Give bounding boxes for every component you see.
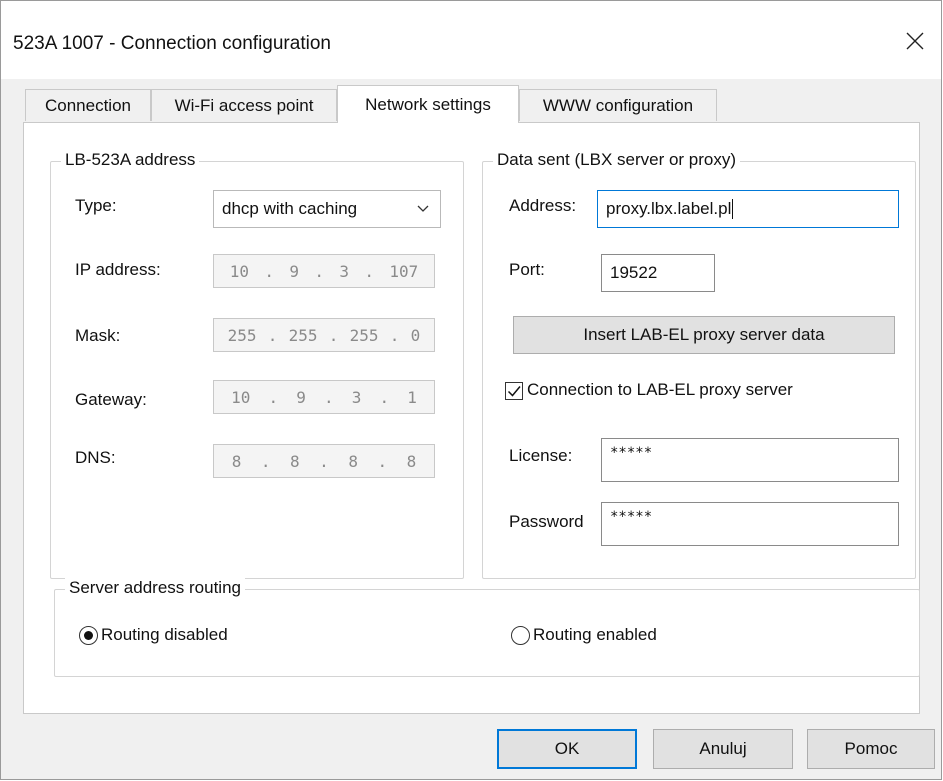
- ip-octet-4: 107: [389, 261, 419, 281]
- gateway-octet-2: 9: [296, 387, 306, 407]
- mask-octet-2: 255: [288, 325, 318, 345]
- proxy-connection-label[interactable]: Connection to LAB-EL proxy server: [527, 380, 793, 400]
- tab-www-configuration[interactable]: WWW configuration: [519, 89, 717, 121]
- title-bar: 523A 1007 - Connection configuration: [1, 1, 941, 79]
- password-value: *****: [610, 509, 653, 525]
- license-value: *****: [610, 445, 653, 461]
- port-value: 19522: [610, 263, 658, 282]
- tab-connection[interactable]: Connection: [25, 89, 151, 121]
- cancel-button[interactable]: Anuluj: [653, 729, 793, 769]
- dns-octet-1: 8: [231, 451, 242, 471]
- license-label: License:: [509, 446, 573, 465]
- routing-enabled-radio[interactable]: [511, 626, 530, 645]
- type-label: Type:: [75, 196, 117, 215]
- mask-label: Mask:: [75, 326, 121, 345]
- address-group: LB-523A address Type: dhcp with caching …: [50, 150, 464, 579]
- ok-button[interactable]: OK: [497, 729, 637, 769]
- ip-octet-2: 9: [289, 261, 299, 281]
- routing-disabled-label[interactable]: Routing disabled: [101, 625, 228, 645]
- close-icon: [906, 32, 924, 50]
- gateway-field: 10. 9. 3. 1: [213, 380, 435, 414]
- data-sent-group: Data sent (LBX server or proxy) Address:…: [482, 150, 916, 579]
- port-label: Port:: [509, 260, 545, 279]
- dns-octet-2: 8: [290, 451, 300, 471]
- ip-address-field: 10. 9. 3. 107: [213, 254, 435, 288]
- tab-wifi-access-point[interactable]: Wi-Fi access point: [151, 89, 337, 121]
- gateway-octet-1: 10: [231, 387, 251, 407]
- type-select[interactable]: dhcp with caching: [213, 190, 441, 228]
- address-label: Address:: [509, 196, 577, 215]
- proxy-address-input[interactable]: proxy.lbx.label.pl: [597, 190, 899, 228]
- gateway-octet-4: 1: [407, 387, 417, 407]
- routing-group: Server address routing Routing disabled …: [54, 578, 920, 677]
- window-title: 523A 1007 - Connection configuration: [13, 33, 331, 54]
- data-sent-group-legend: Data sent (LBX server or proxy): [493, 150, 741, 170]
- license-input[interactable]: *****: [601, 438, 899, 482]
- mask-octet-4: 0: [410, 325, 421, 345]
- gateway-label: Gateway:: [75, 390, 147, 409]
- routing-group-legend: Server address routing: [65, 578, 245, 598]
- network-settings-panel: LB-523A address Type: dhcp with caching …: [23, 122, 920, 714]
- mask-field: 255. 255. 255. 0: [213, 318, 435, 352]
- dialog-window: 523A 1007 - Connection configuration Con…: [0, 0, 942, 780]
- address-group-legend: LB-523A address: [61, 150, 200, 170]
- dns-field: 8. 8. 8. 8: [213, 444, 435, 478]
- routing-disabled-radio[interactable]: [79, 626, 98, 645]
- proxy-connection-checkbox[interactable]: [505, 382, 523, 400]
- ip-address-label: IP address:: [75, 260, 161, 279]
- chevron-down-icon: [417, 205, 429, 212]
- insert-proxy-data-button[interactable]: Insert LAB-EL proxy server data: [513, 316, 895, 354]
- close-button[interactable]: [897, 23, 933, 59]
- gateway-octet-3: 3: [351, 387, 362, 407]
- ip-octet-3: 3: [339, 261, 350, 281]
- mask-octet-1: 255: [227, 325, 257, 345]
- mask-octet-3: 255: [349, 325, 379, 345]
- port-input[interactable]: 19522: [601, 254, 715, 292]
- ip-octet-1: 10: [229, 261, 249, 281]
- dns-octet-4: 8: [406, 451, 417, 471]
- radio-selected-dot: [84, 631, 93, 640]
- dns-octet-3: 8: [348, 451, 358, 471]
- routing-enabled-label[interactable]: Routing enabled: [533, 625, 657, 645]
- dns-label: DNS:: [75, 448, 116, 467]
- help-button[interactable]: Pomoc: [807, 729, 935, 769]
- proxy-address-value: proxy.lbx.label.pl: [606, 199, 732, 218]
- password-input[interactable]: *****: [601, 502, 899, 546]
- type-select-value: dhcp with caching: [222, 199, 358, 218]
- password-label: Password: [509, 512, 584, 531]
- checkmark-icon: [507, 386, 521, 397]
- tab-network-settings[interactable]: Network settings: [337, 85, 519, 123]
